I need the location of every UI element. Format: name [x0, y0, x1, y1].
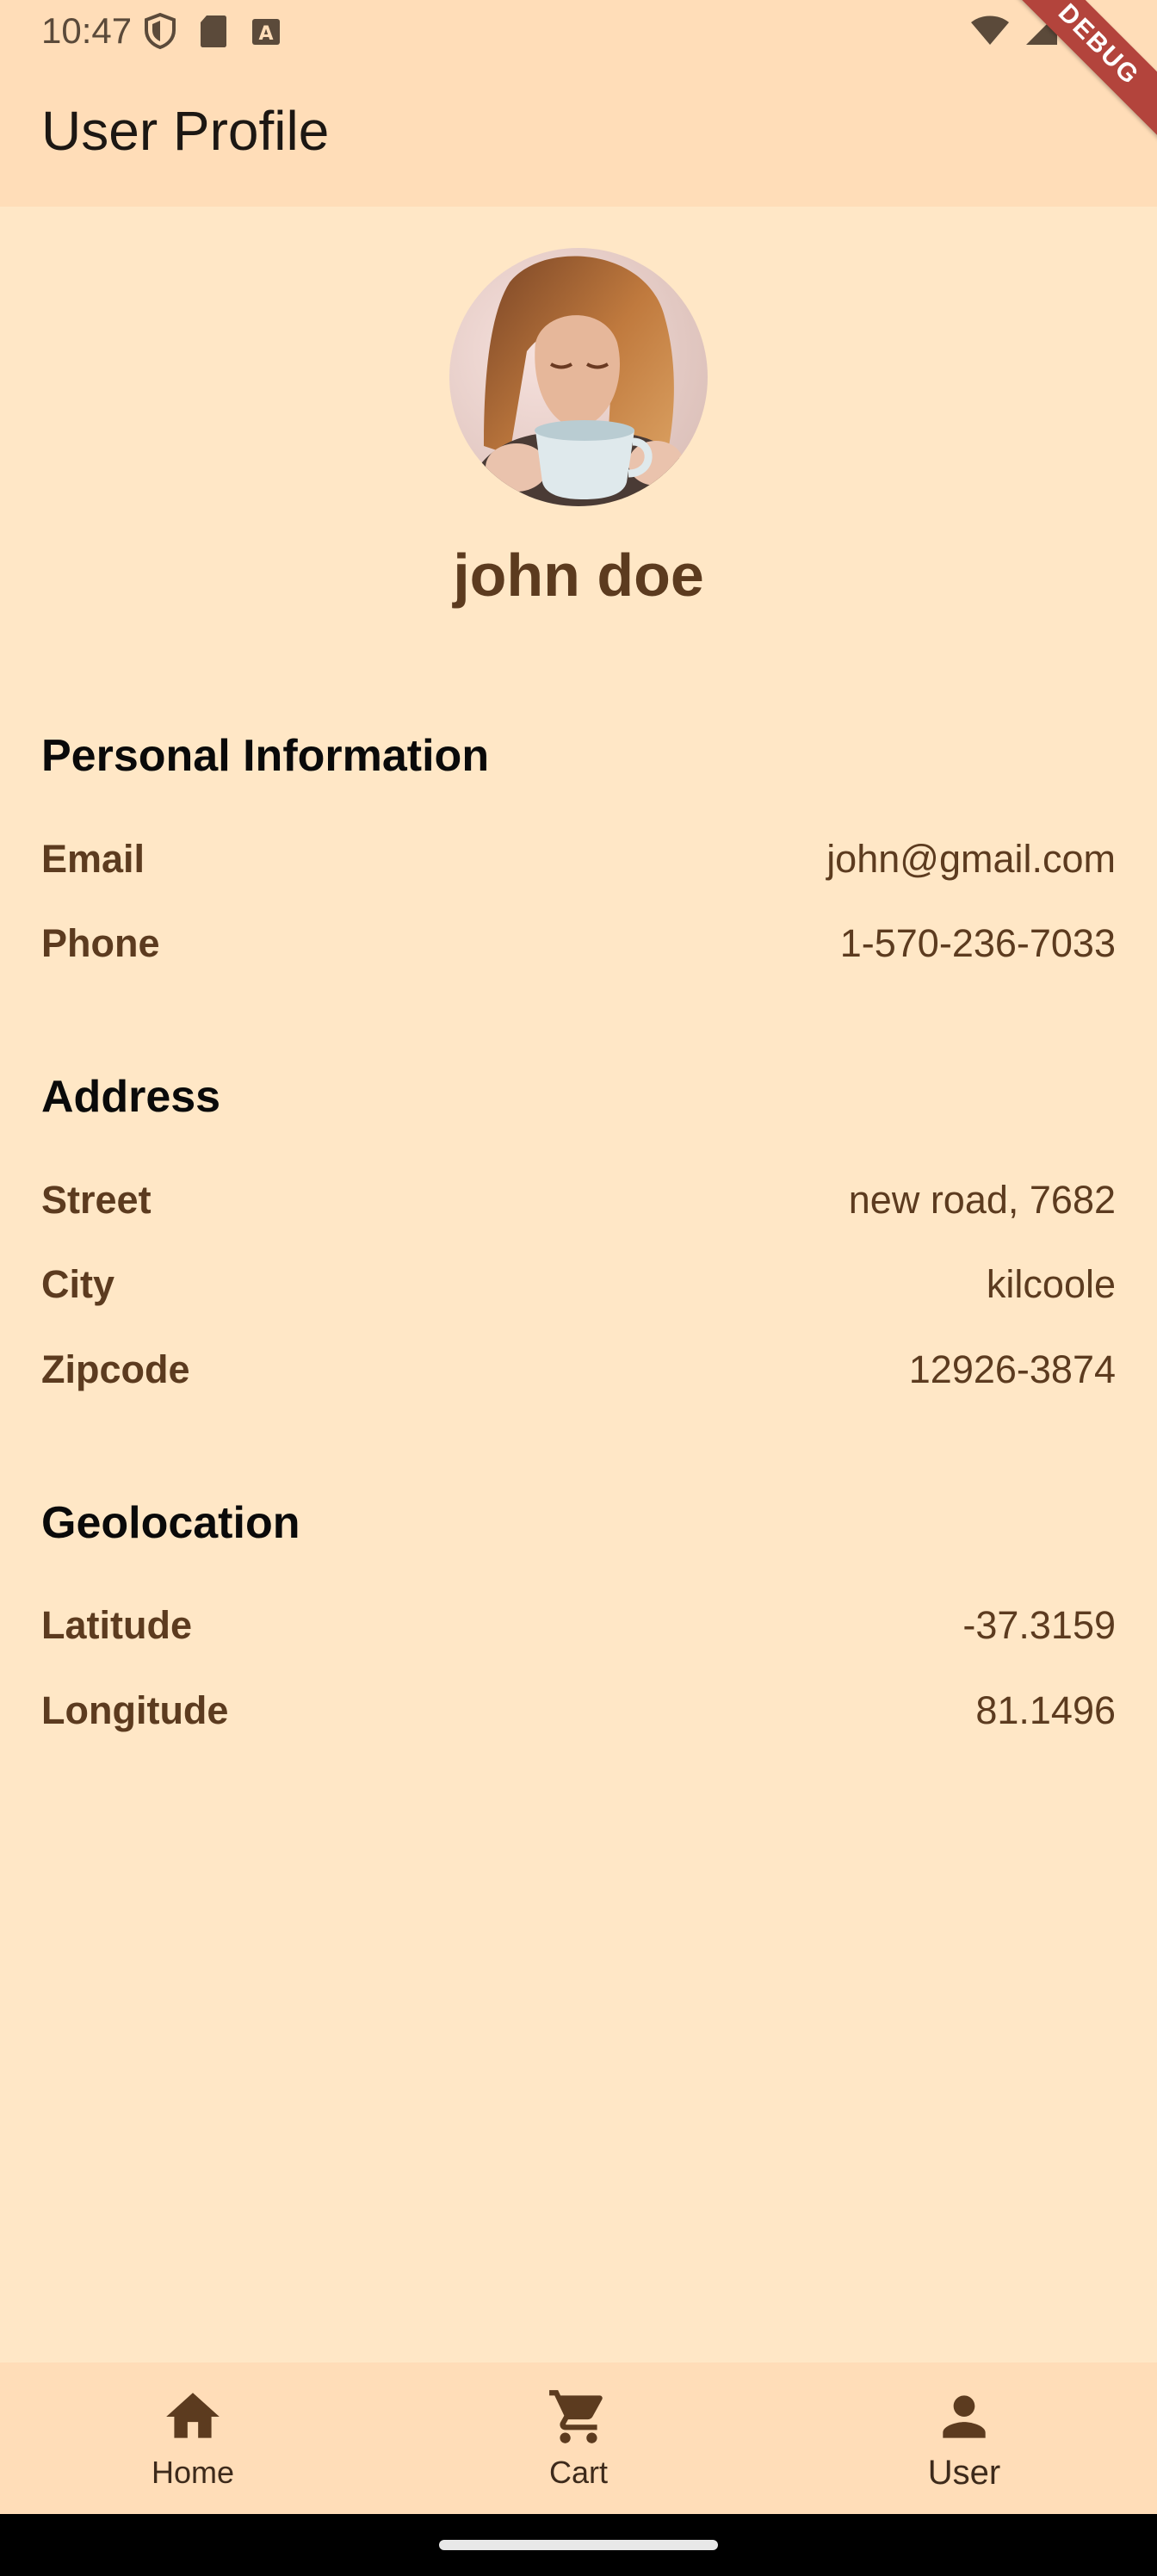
status-time: 10:47: [41, 10, 133, 51]
nav-label-user: User: [927, 2454, 1001, 2492]
email-label: Email: [41, 837, 145, 881]
latitude-label: Latitude: [41, 1603, 192, 1647]
section-title-geolocation: Geolocation: [41, 1498, 300, 1548]
city-label: City: [41, 1262, 115, 1306]
debug-banner: DEBUG: [1003, 0, 1157, 140]
latitude-value: -37.3159: [962, 1603, 1116, 1647]
longitude-label: Longitude: [41, 1688, 229, 1732]
system-navigation-bar: [0, 2514, 1157, 2576]
street-value: new road, 7682: [848, 1178, 1116, 1222]
user-name: john doe: [453, 542, 704, 609]
status-icons-left: A: [143, 12, 282, 54]
section-title-address: Address: [41, 1072, 221, 1122]
nav-item-cart[interactable]: Cart: [386, 2362, 771, 2514]
nav-item-home[interactable]: Home: [0, 2362, 386, 2514]
page-title: User Profile: [41, 100, 330, 162]
cart-icon: [549, 2390, 603, 2443]
person-icon: [943, 2395, 986, 2438]
nav-label-cart: Cart: [548, 2455, 608, 2490]
status-bar: 10:47 A: [0, 0, 1157, 62]
avatar: [449, 248, 708, 506]
nav-label-home: Home: [151, 2455, 235, 2490]
street-label: Street: [41, 1178, 152, 1222]
zipcode-label: Zipcode: [41, 1347, 190, 1391]
longitude-value: 81.1496: [975, 1688, 1116, 1732]
keyboard-a-icon: A: [250, 12, 282, 54]
section-title-personal: Personal Information: [41, 731, 490, 781]
home-icon: [166, 2393, 220, 2438]
gesture-handle[interactable]: [439, 2540, 718, 2550]
phone-label: Phone: [41, 921, 160, 965]
phone-value: 1-570-236-7033: [839, 921, 1116, 965]
bottom-navigation: Home Cart User: [0, 2362, 1157, 2514]
nav-item-user[interactable]: User: [771, 2362, 1157, 2514]
app-bar: User Profile: [0, 62, 1157, 207]
profile-photo: [449, 248, 708, 506]
svg-text:A: A: [258, 23, 273, 45]
sd-card-icon: [198, 12, 229, 54]
city-value: kilcoole: [986, 1262, 1116, 1306]
email-value: john@gmail.com: [826, 837, 1116, 881]
zipcode-value: 12926-3874: [908, 1347, 1116, 1391]
debug-banner-container: DEBUG: [985, 0, 1157, 172]
shield-icon: [143, 12, 177, 54]
